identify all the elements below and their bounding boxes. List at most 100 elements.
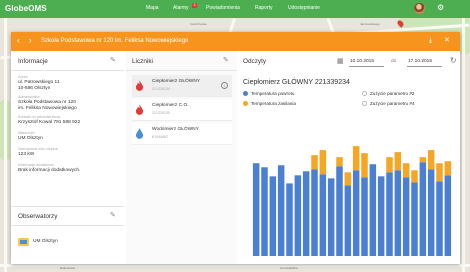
info-heading: Informacje <box>18 58 48 65</box>
chart-bar[interactable] <box>386 172 393 256</box>
nav-item-notifications[interactable]: Powiadomienia <box>206 5 240 11</box>
edit-meters-icon[interactable]: ✎ <box>223 56 229 64</box>
chart-bar[interactable] <box>377 176 385 256</box>
param-label: Temperatura zasilania <box>251 101 296 106</box>
date-separator: do <box>391 59 397 64</box>
chart-bar[interactable] <box>336 157 343 167</box>
additional-info-value: Brak informacji dodatkowych. <box>18 168 81 173</box>
nav-item-sharing[interactable]: Udostępnianie <box>288 5 320 11</box>
date-underline <box>407 66 442 67</box>
gear-icon[interactable]: ⚙ <box>437 4 444 12</box>
chart-bar[interactable] <box>269 176 277 256</box>
user-avatar[interactable] <box>414 3 425 14</box>
divider <box>11 225 124 226</box>
owner-label: Właściciel <box>18 131 35 135</box>
chart-meter-title: Ciepłomierz GŁÓWNY 221339234 <box>243 79 350 86</box>
chart-bar[interactable] <box>327 178 335 256</box>
readings-column: Odczyty ▦ 10.10.2015 do 17.10.2015 ↻ Cie… <box>238 51 460 264</box>
chart-bar[interactable] <box>444 161 452 176</box>
meter-id: B7645887 <box>152 135 169 139</box>
chart-bar[interactable] <box>411 170 418 183</box>
param-checkbox[interactable] <box>362 101 367 106</box>
building-details-panel: ‹ › Szkoła Podstawowa nr 120 im. Feliksa… <box>11 32 460 264</box>
chevron-left-icon[interactable]: ‹ <box>17 36 20 46</box>
calendar-icon[interactable]: ▦ <box>337 57 344 65</box>
chart-bar[interactable] <box>319 150 327 175</box>
date-underline <box>349 66 384 67</box>
top-navigation-bar: GlobeOMS Mapa Alarmy 3 Powiadomienia Rap… <box>0 0 470 18</box>
refresh-icon[interactable]: ↻ <box>450 56 457 65</box>
additional-info-label: Informacje dodatkowe <box>18 163 55 167</box>
chart-bar[interactable] <box>294 175 302 256</box>
param-checkbox[interactable] <box>243 91 248 96</box>
chart-bar[interactable] <box>369 164 377 256</box>
chart-bar[interactable] <box>286 183 293 256</box>
owner-value: UM Olsztyn <box>18 136 43 141</box>
chart-bar[interactable] <box>319 174 327 256</box>
chart-bar[interactable] <box>419 162 427 256</box>
chart-bar[interactable] <box>394 152 402 171</box>
meter-id: 221339234 <box>152 87 170 91</box>
chart-bar[interactable] <box>427 150 435 170</box>
chart-bar[interactable] <box>344 185 352 256</box>
meter-item[interactable]: Ciepłomierz C.O. 221339235 <box>132 99 232 121</box>
divider <box>11 206 124 207</box>
chart-bar[interactable] <box>302 171 310 256</box>
flame-icon <box>135 104 144 115</box>
chart-bar[interactable] <box>311 169 318 256</box>
param-checkbox[interactable] <box>362 91 367 96</box>
address-value: ul. Patrowskiego 11 10-686 Olsztyn <box>18 80 60 91</box>
edit-observers-icon[interactable]: ✎ <box>110 211 116 219</box>
chart-bar[interactable] <box>277 165 285 256</box>
close-icon[interactable]: ✕ <box>444 37 450 45</box>
alarm-count-badge: 3 <box>192 3 197 8</box>
chart-bar[interactable] <box>252 163 260 256</box>
map-road <box>462 18 465 272</box>
chart-bar[interactable] <box>344 172 352 186</box>
observer-name[interactable]: UM Olsztyn <box>33 239 58 245</box>
chart-bar[interactable] <box>261 167 268 256</box>
map-street-label: Ratuszowa <box>60 266 75 270</box>
map-road <box>4 18 7 272</box>
meter-item[interactable]: Wodomierz GŁÓWNY B7645887 <box>132 123 232 145</box>
chart-bar[interactable] <box>361 153 368 178</box>
address-label: Adres <box>18 75 28 79</box>
chart-bar[interactable] <box>336 166 343 256</box>
param-label: Zużycie parametru #2 <box>370 91 415 96</box>
nav-item-reports[interactable]: Raporty <box>255 5 273 11</box>
chart-bar[interactable] <box>352 170 360 256</box>
chart-bar[interactable] <box>411 182 418 256</box>
nav-item-alarms[interactable]: Alarmy <box>173 5 189 11</box>
param-checkbox[interactable] <box>243 101 248 106</box>
observers-heading: Obserwatorzy <box>18 213 58 220</box>
chart-bar[interactable] <box>402 177 410 256</box>
chart-bar[interactable] <box>311 155 318 170</box>
flame-icon <box>135 80 144 91</box>
meter-name: Ciepłomierz GŁÓWNY <box>152 79 200 84</box>
chevron-right-icon[interactable]: › <box>29 36 32 46</box>
edit-info-icon[interactable]: ✎ <box>110 56 116 64</box>
chart-bar[interactable] <box>436 163 443 182</box>
meters-column: Liczniki ✎ Ciepłomierz GŁÓWNY 221339234 … <box>126 51 237 264</box>
chart-bar[interactable] <box>402 163 410 178</box>
download-icon[interactable]: ⤓ <box>429 37 432 45</box>
chart-bar[interactable] <box>386 157 393 173</box>
readings-bar-chart <box>252 146 452 256</box>
chart-bar[interactable] <box>427 169 435 256</box>
chart-bar[interactable] <box>444 175 452 256</box>
nav-item-map[interactable]: Mapa <box>146 5 159 11</box>
date-to-input[interactable]: 17.10.2015 <box>408 59 432 64</box>
meter-name: Ciepłomierz C.O. <box>152 103 189 108</box>
chart-bar[interactable] <box>352 146 360 171</box>
chart-bar[interactable] <box>361 177 368 256</box>
map-street-label: Grunwaldzka <box>280 266 298 270</box>
chart-bar[interactable] <box>394 170 402 256</box>
info-icon[interactable]: i <box>221 82 228 89</box>
app-logo[interactable]: GlobeOMS <box>5 4 47 13</box>
meter-item[interactable]: Ciepłomierz GŁÓWNY 221339234 i <box>132 75 232 97</box>
panel-title: Szkoła Podstawowa nr 120 im. Feliksa Now… <box>41 38 189 44</box>
param-label: Temperatura powrotu <box>251 91 295 96</box>
chart-bar[interactable] <box>436 181 443 256</box>
date-from-input[interactable]: 10.10.2015 <box>350 59 374 64</box>
chart-bar[interactable] <box>419 157 427 163</box>
